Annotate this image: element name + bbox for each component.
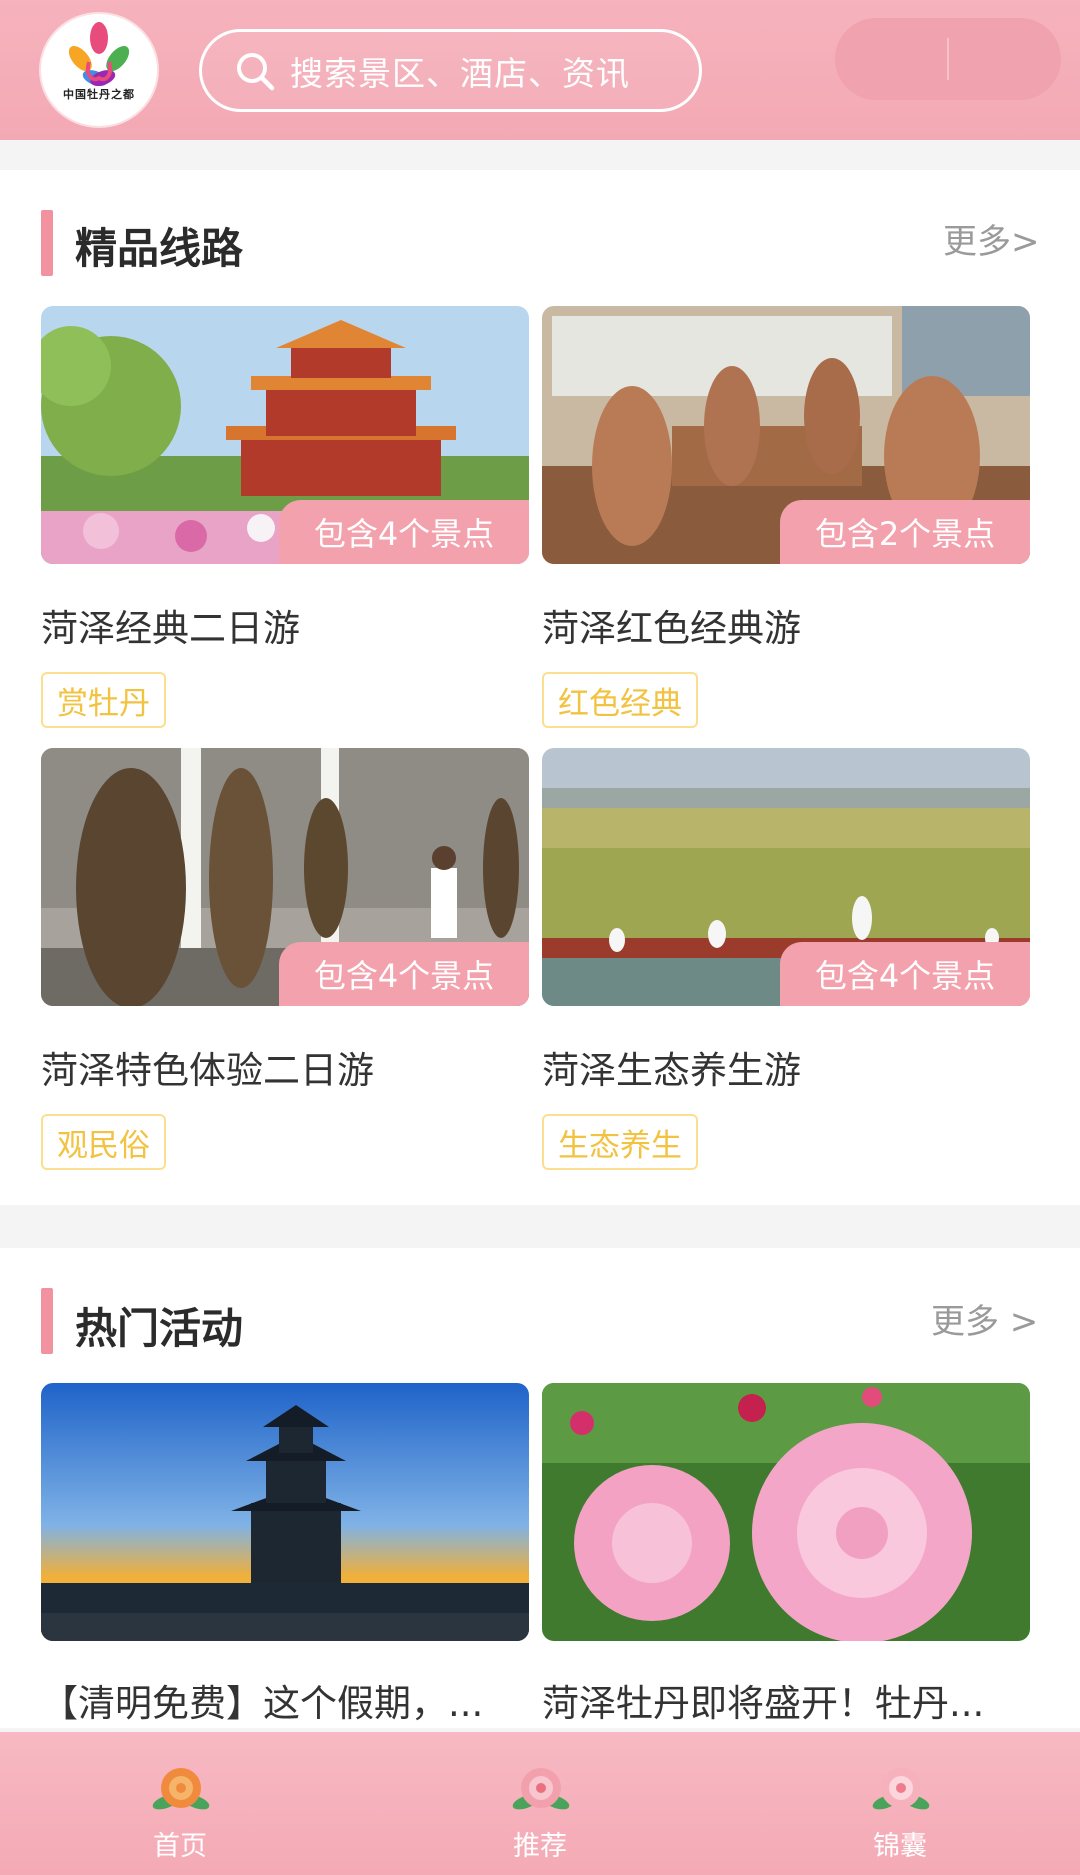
route-thumbnail: 包含4个景点 bbox=[41, 748, 529, 1006]
route-thumbnail: 包含4个景点 bbox=[542, 748, 1030, 1006]
tab-home[interactable]: 首页 bbox=[110, 1732, 250, 1875]
section-accent-bar bbox=[41, 210, 53, 276]
search-placeholder: 搜索景区、酒店、资讯 bbox=[290, 53, 630, 93]
sunset-tower-photo bbox=[41, 1383, 529, 1641]
tab-label: 推荐 bbox=[513, 1831, 567, 1862]
route-card[interactable]: 包含4个景点 菏泽特色体验二日游 观民俗 bbox=[41, 748, 529, 1170]
section-accent-bar bbox=[41, 1288, 53, 1354]
activity-title: 菏泽牡丹即将盛开！牡丹... bbox=[542, 1682, 985, 1725]
capsule-divider bbox=[947, 38, 949, 80]
route-thumbnail: 包含4个景点 bbox=[41, 306, 529, 564]
peony-home-icon bbox=[152, 1768, 210, 1810]
route-card[interactable]: 包含4个景点 菏泽生态养生游 生态养生 bbox=[542, 748, 1030, 1170]
spots-badge: 包含2个景点 bbox=[780, 500, 1030, 564]
tab-tips[interactable]: 锦囊 bbox=[830, 1732, 970, 1875]
activity-card[interactable]: 菏泽牡丹即将盛开！牡丹... bbox=[542, 1383, 1030, 1725]
routes-title: 精品线路 bbox=[75, 224, 244, 273]
activities-title: 热门活动 bbox=[75, 1304, 244, 1353]
route-title: 菏泽红色经典游 bbox=[542, 607, 801, 650]
search-icon bbox=[237, 52, 275, 90]
activity-title: 【清明免费】这个假期，... bbox=[41, 1682, 484, 1725]
route-tag: 红色经典 bbox=[542, 672, 698, 728]
search-bar[interactable]: 搜索景区、酒店、资讯 bbox=[199, 29, 702, 112]
spots-badge: 包含4个景点 bbox=[780, 942, 1030, 1006]
logo-caption: 中国牡丹之都 bbox=[63, 88, 135, 101]
spots-badge: 包含4个景点 bbox=[279, 942, 529, 1006]
activities-more-link[interactable]: 更多 > bbox=[931, 1294, 1038, 1343]
tab-label: 锦囊 bbox=[873, 1831, 927, 1862]
route-thumbnail: 包含2个景点 bbox=[542, 306, 1030, 564]
bottom-tab-bar: 首页 推荐 锦囊 bbox=[0, 1732, 1080, 1875]
spots-badge: 包含4个景点 bbox=[279, 500, 529, 564]
top-header: 中国牡丹之都 搜索景区、酒店、资讯 bbox=[0, 0, 1080, 140]
peony-tips-icon bbox=[872, 1768, 930, 1810]
routes-section: 精品线路 更多> 包含4个景点 菏泽经典二日游 赏牡丹 包含2个景点 菏泽红色经… bbox=[0, 170, 1080, 1205]
app-logo[interactable]: 中国牡丹之都 bbox=[41, 14, 157, 126]
tab-recommend[interactable]: 推荐 bbox=[470, 1732, 610, 1875]
peony-logo-icon bbox=[68, 22, 130, 86]
routes-more-link[interactable]: 更多> bbox=[943, 214, 1040, 263]
route-title: 菏泽生态养生游 bbox=[542, 1049, 801, 1092]
activity-card[interactable]: 【清明免费】这个假期，... bbox=[41, 1383, 529, 1725]
route-title: 菏泽特色体验二日游 bbox=[41, 1049, 374, 1092]
activity-thumbnail bbox=[41, 1383, 529, 1641]
peony-recommend-icon bbox=[512, 1768, 570, 1810]
route-tag: 观民俗 bbox=[41, 1114, 166, 1170]
activities-section: 热门活动 更多 > 【清明免费】这个假期，... 菏泽牡丹即将盛开！牡丹... bbox=[0, 1248, 1080, 1728]
route-title: 菏泽经典二日游 bbox=[41, 607, 300, 650]
peony-flower-photo bbox=[542, 1383, 1030, 1641]
route-tag: 赏牡丹 bbox=[41, 672, 166, 728]
activity-thumbnail bbox=[542, 1383, 1030, 1641]
route-card[interactable]: 包含2个景点 菏泽红色经典游 红色经典 bbox=[542, 306, 1030, 728]
route-card[interactable]: 包含4个景点 菏泽经典二日游 赏牡丹 bbox=[41, 306, 529, 728]
tab-label: 首页 bbox=[153, 1831, 207, 1862]
miniprogram-capsule[interactable] bbox=[835, 18, 1061, 100]
app-root: 中国牡丹之都 搜索景区、酒店、资讯 精品线路 更多> 包含4个景点 菏泽经典二日… bbox=[0, 0, 1080, 1875]
route-tag: 生态养生 bbox=[542, 1114, 698, 1170]
